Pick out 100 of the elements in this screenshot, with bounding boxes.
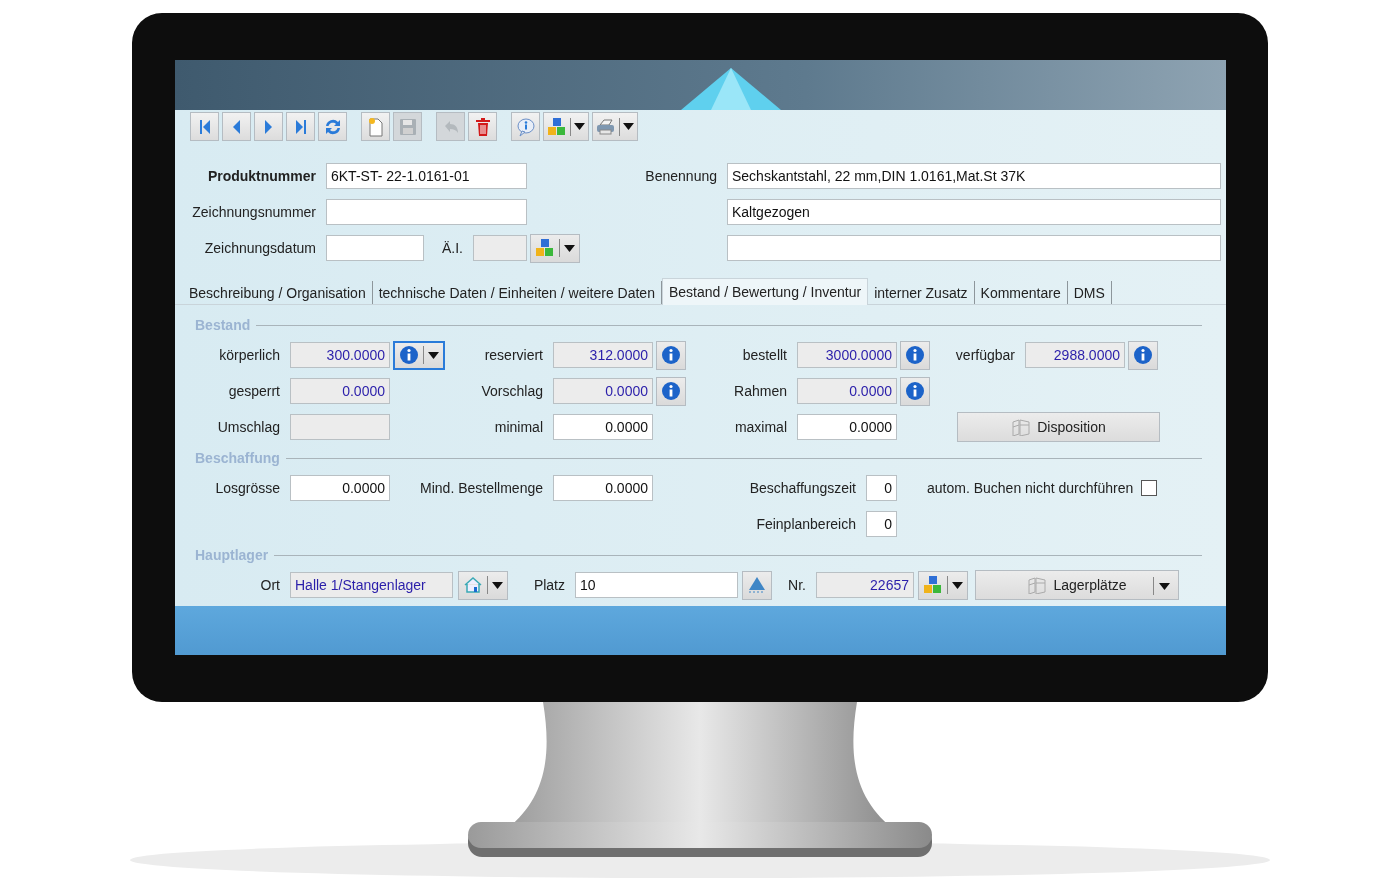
text-field[interactable] — [326, 235, 424, 261]
cubes-icon — [535, 238, 555, 258]
info-icon — [1133, 345, 1153, 365]
checkbox[interactable] — [1141, 480, 1158, 496]
printer-icon — [596, 117, 616, 136]
number-field[interactable]: 0.0000 — [553, 414, 653, 440]
section-title: Hauptlager — [195, 547, 269, 563]
info-icon — [905, 345, 925, 365]
info-button[interactable] — [656, 340, 686, 370]
field-label: minimal — [494, 419, 543, 435]
menu-toolbar-button[interactable] — [592, 112, 638, 141]
info-button[interactable] — [900, 340, 930, 370]
field-label: Mind. Bestellmenge — [420, 480, 543, 496]
tab[interactable]: interner Zusatz — [868, 281, 975, 304]
info-button[interactable] — [1128, 340, 1158, 370]
number-field[interactable]: 0.0000 — [290, 475, 390, 501]
section-title: Beschaffung — [195, 450, 280, 466]
skip-last-icon — [294, 118, 307, 135]
section-title: Bestand — [195, 317, 251, 333]
field-label: Nr. — [788, 577, 806, 593]
info-menu-button[interactable] — [393, 340, 445, 370]
triangle-icon — [747, 576, 767, 594]
tab[interactable]: technische Daten / Einheiten / weitere Daten — [372, 281, 662, 304]
info-icon — [661, 345, 681, 365]
field-label: Umschlag — [217, 419, 280, 435]
number-field[interactable]: 0.0000 — [797, 414, 897, 440]
caret-icon — [952, 581, 963, 589]
number-field[interactable]: 3000.0000 — [797, 342, 897, 368]
number-field[interactable]: 300.0000 — [290, 342, 390, 368]
caret-icon — [574, 123, 585, 130]
shelf-icon — [1027, 576, 1048, 594]
next-icon — [264, 118, 273, 135]
field-label: Ä.I. — [442, 240, 463, 256]
number-field[interactable]: 0.0000 — [797, 378, 897, 404]
cubes-icon — [547, 116, 567, 137]
number-field[interactable]: 0 — [866, 475, 897, 501]
tab[interactable]: Kommentare — [974, 281, 1068, 304]
new-document-icon — [366, 116, 385, 137]
tab[interactable]: DMS — [1067, 281, 1112, 304]
field-label: Produktnummer — [207, 168, 316, 184]
info-bubble-icon — [515, 116, 536, 137]
text-field[interactable]: 10 — [575, 572, 738, 598]
field-label: Feinplanbereich — [756, 516, 856, 532]
toolbar-button[interactable] — [286, 112, 315, 141]
toolbar-button[interactable] — [361, 112, 390, 141]
text-field[interactable] — [326, 199, 527, 225]
disposition-button[interactable]: Disposition — [957, 412, 1160, 442]
number-field[interactable]: 2988.0000 — [1025, 342, 1125, 368]
toolbar-button[interactable] — [318, 112, 347, 141]
toolbar-button[interactable] — [190, 112, 219, 141]
text-field[interactable]: Sechskantstahl, 22 mm,DIN 1.0161,Mat.St 37K — [727, 163, 1221, 189]
info-icon — [905, 381, 925, 401]
field-label: Platz — [533, 577, 565, 593]
number-field[interactable] — [290, 414, 390, 440]
toolbar-button[interactable] — [468, 112, 497, 141]
caret-icon — [623, 123, 634, 130]
trash-icon — [474, 116, 491, 137]
info-icon — [661, 381, 681, 401]
house-icon — [463, 576, 483, 594]
field-label: Ort — [260, 577, 280, 593]
menu-button[interactable] — [458, 570, 508, 600]
field-label: maximal — [734, 419, 787, 435]
storage-places-button[interactable]: Lagerplätze — [975, 570, 1179, 600]
field-label: Vorschlag — [481, 383, 543, 399]
text-field[interactable] — [727, 235, 1221, 261]
text-field[interactable]: Halle 1/Stangenlager — [290, 572, 453, 598]
previous-icon — [232, 118, 241, 135]
info-button[interactable] — [656, 376, 686, 406]
text-field[interactable]: 6KT-ST- 22-1.0161-01 — [326, 163, 527, 189]
toolbar-button[interactable] — [254, 112, 283, 141]
number-field[interactable]: 0.0000 — [290, 378, 390, 404]
number-field[interactable]: 312.0000 — [553, 342, 653, 368]
number-field[interactable]: 0 — [866, 511, 897, 537]
field-label: Benennung — [645, 168, 717, 184]
caret-icon — [1159, 582, 1170, 590]
field-label: gesperrt — [228, 383, 280, 399]
toolbar-button[interactable] — [511, 112, 540, 141]
number-field[interactable]: 22657 — [816, 572, 914, 598]
field-label: Rahmen — [734, 383, 787, 399]
triangle-button[interactable] — [742, 570, 772, 600]
caret-icon — [428, 351, 439, 359]
number-field[interactable]: 0.0000 — [553, 475, 653, 501]
info-icon — [399, 345, 419, 365]
toolbar-button[interactable] — [222, 112, 251, 141]
text-field[interactable] — [473, 235, 527, 261]
tab[interactable]: Beschreibung / Organisation — [183, 281, 373, 304]
field-label: Zeichnungsdatum — [204, 240, 316, 256]
field-label: Losgrösse — [215, 480, 280, 496]
info-button[interactable] — [900, 376, 930, 406]
cubes-icon — [923, 575, 943, 595]
text-field[interactable]: Kaltgezogen — [727, 199, 1221, 225]
caret-icon — [564, 244, 575, 252]
number-field[interactable]: 0.0000 — [553, 378, 653, 404]
menu-button[interactable] — [530, 233, 580, 263]
menu-button[interactable] — [918, 570, 968, 600]
menu-toolbar-button[interactable] — [543, 112, 589, 141]
field-label: körperlich — [219, 347, 280, 363]
tab[interactable]: Bestand / Bewertung / Inventur — [661, 278, 869, 305]
option-label: autom. Buchen nicht durchführen — [927, 480, 1134, 496]
field-label: reserviert — [484, 347, 543, 363]
